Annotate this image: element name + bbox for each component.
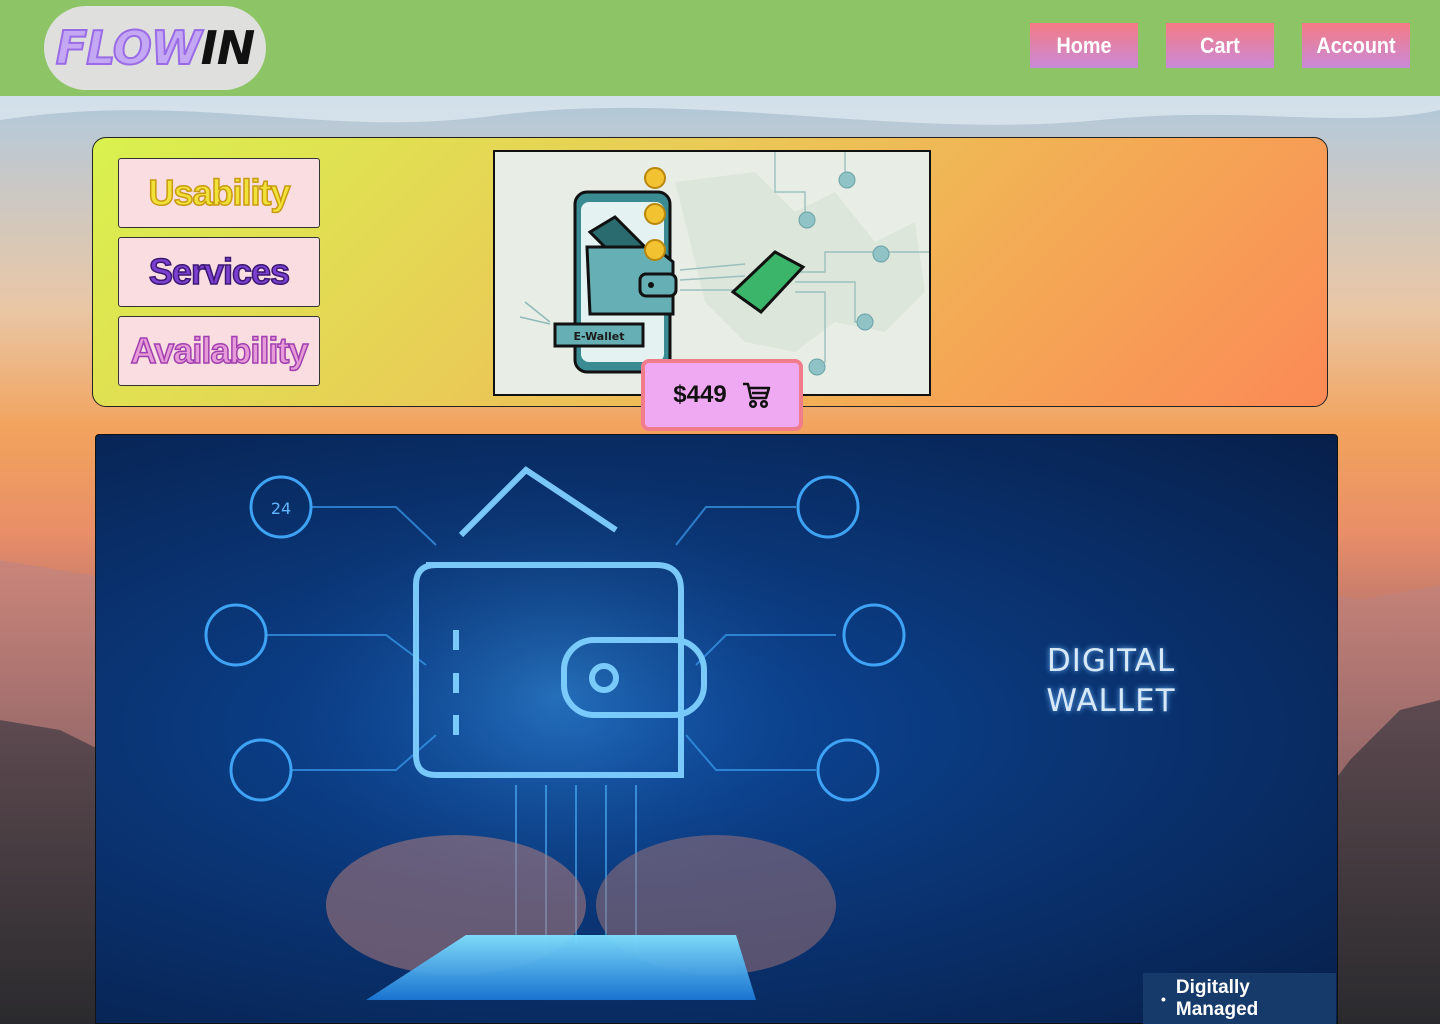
top-navigation-bar: FLOW IN Home Cart Account (0, 0, 1440, 96)
hero-title: DIGITAL WALLET (1046, 643, 1176, 719)
nav-account-button[interactable]: Account (1302, 23, 1410, 68)
bullet-icon: • (1161, 990, 1166, 1007)
svg-text:24: 24 (271, 499, 291, 518)
nav-home-button[interactable]: Home (1030, 23, 1138, 68)
services-button[interactable]: Services (118, 237, 320, 307)
brand-logo[interactable]: FLOW IN (44, 6, 266, 90)
price-amount: $449 (673, 381, 727, 408)
tag-text: Digitally Managed (1175, 976, 1259, 1020)
logo-text-in: IN (200, 21, 256, 75)
product-panel: Usability Services Availability E-Wallet… (92, 137, 1328, 431)
digital-wallet-hero-image: 24 DIGITAL WALLET (95, 434, 1338, 1024)
e-wallet-label: E-Wallet (573, 330, 624, 343)
usability-button[interactable]: Usability (118, 158, 320, 228)
digital-wallet-graphic: 24 (204, 455, 906, 1000)
cart-icon (742, 382, 770, 409)
price-add-to-cart-button[interactable]: $449 (641, 359, 803, 431)
availability-button[interactable]: Availability (118, 316, 320, 386)
logo-text-flow: FLOW (55, 20, 203, 76)
digitally-managed-tag: • Digitally Managed (1143, 973, 1336, 1024)
nav-cart-button[interactable]: Cart (1166, 23, 1274, 68)
